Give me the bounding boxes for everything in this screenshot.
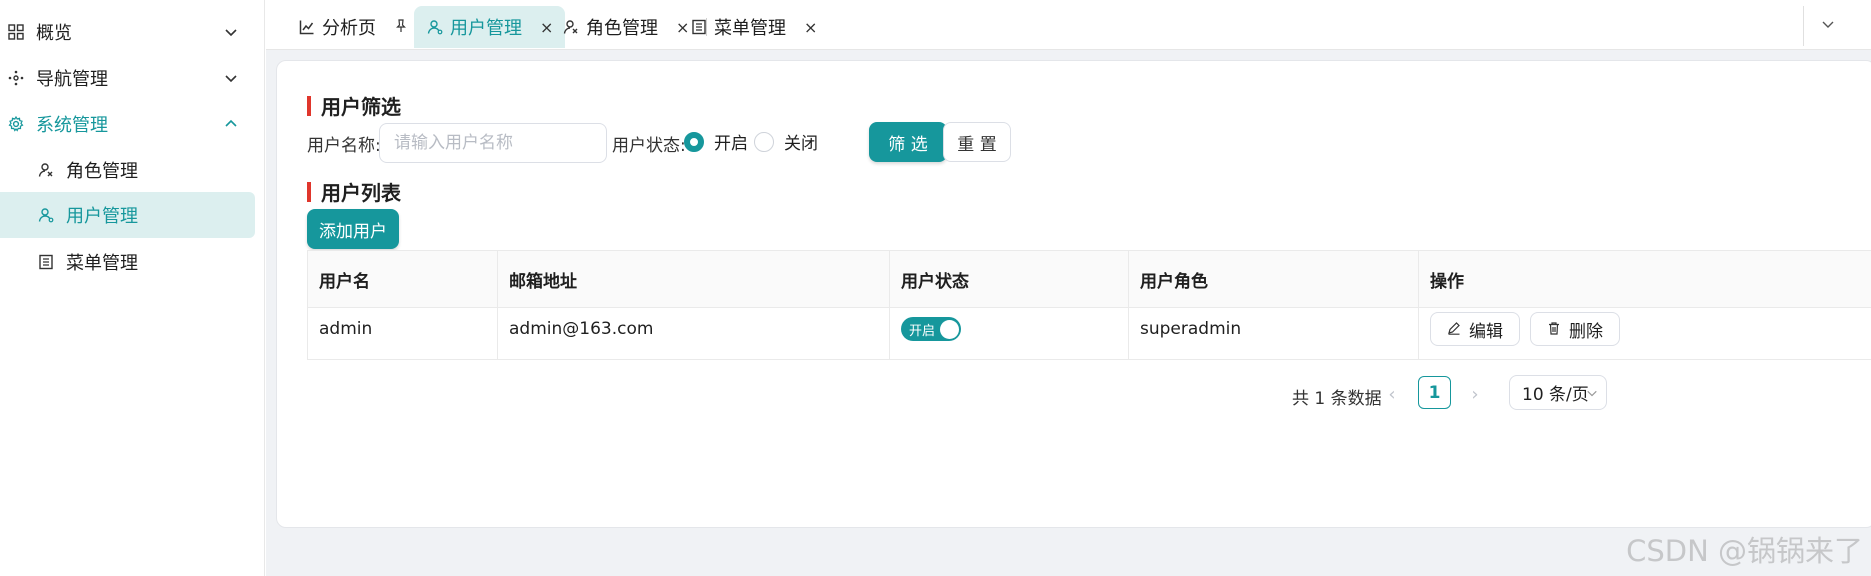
username-cell: admin (308, 299, 498, 359)
delete-label: 删除 (1569, 321, 1603, 342)
sidebar-item-label: 概览 (36, 23, 72, 44)
trash-icon (1547, 321, 1563, 337)
table-row: admin admin@163.com 开启 superadmin 编辑 删除 (307, 299, 1871, 360)
status-radio-on[interactable]: 开启 (684, 129, 748, 154)
filter-section-title: 用户筛选 (307, 91, 401, 120)
page-number-current[interactable]: 1 (1418, 376, 1451, 409)
main-content: 用户筛选 用户名称: 用户状态: 开启 关闭 筛 选 重 置 用户列表 添加用户… (266, 50, 1871, 576)
sidebar-item-label: 导航管理 (36, 69, 108, 90)
sidebar-item-label: 角色管理 (66, 161, 138, 182)
chevron-down-icon (221, 68, 241, 88)
user-icon (426, 18, 444, 36)
role-icon (36, 160, 56, 180)
toggle-label: 开启 (909, 323, 936, 339)
tab-dropdown-button[interactable] (1803, 6, 1851, 46)
toggle-knob (939, 319, 959, 339)
pin-icon[interactable] (394, 18, 408, 37)
sidebar-item-label: 用户管理 (66, 206, 138, 227)
chevron-down-icon (221, 22, 241, 42)
user-card: 用户筛选 用户名称: 用户状态: 开启 关闭 筛 选 重 置 用户列表 添加用户… (276, 60, 1871, 528)
tab-label: 菜单管理 (714, 18, 786, 39)
edit-label: 编辑 (1469, 321, 1503, 342)
sidebar-item-overview[interactable]: 概览 (0, 6, 255, 58)
role-cell: superadmin (1129, 299, 1419, 359)
tab-label: 角色管理 (586, 18, 658, 39)
chevron-down-icon (1821, 16, 1835, 36)
radio-label: 开启 (714, 134, 748, 154)
radio-dot (754, 131, 774, 152)
tab-label: 分析页 (322, 18, 376, 39)
close-icon[interactable]: × (804, 18, 817, 37)
status-filter-label: 用户状态: (612, 136, 686, 156)
edit-button[interactable]: 编辑 (1430, 312, 1520, 346)
pagination-total: 共 1 条数据 (1292, 389, 1382, 409)
tab-bar: 分析页 用户管理 × 角色管理 × 菜单管理 × (266, 0, 1871, 50)
add-user-button[interactable]: 添加用户 (307, 209, 399, 249)
username-input[interactable] (379, 123, 607, 163)
sidebar-item-menus[interactable]: 菜单管理 (0, 236, 255, 288)
tab-label: 用户管理 (450, 18, 522, 39)
sidebar: 概览 导航管理 系统管理 角色管理 用户管理 菜单管理 (0, 0, 265, 576)
status-cell: 开启 (890, 299, 1129, 359)
sidebar-item-navigation[interactable]: 导航管理 (0, 52, 255, 104)
chevron-up-icon (221, 114, 241, 134)
delete-button[interactable]: 删除 (1530, 312, 1620, 346)
user-table: 用户名 邮箱地址 用户状态 用户角色 操作 admin admin@163.co… (307, 250, 1871, 382)
sidebar-item-users[interactable]: 用户管理 (0, 192, 255, 238)
sidebar-item-system[interactable]: 系统管理 (0, 98, 255, 150)
tab-users[interactable]: 用户管理 × (414, 6, 566, 48)
username-filter-label: 用户名称: (307, 136, 381, 156)
navigation-icon (6, 68, 26, 88)
page-size-select[interactable]: 10 条/页 (1509, 375, 1607, 410)
edit-icon (1447, 321, 1463, 337)
next-page-button[interactable]: › (1463, 379, 1487, 409)
role-icon (562, 18, 580, 36)
email-cell: admin@163.com (498, 299, 890, 359)
actions-cell: 编辑 删除 (1419, 299, 1871, 359)
sidebar-item-label: 系统管理 (36, 115, 108, 136)
list-section-title: 用户列表 (307, 177, 401, 206)
tab-menus[interactable]: 菜单管理 × (678, 6, 829, 48)
status-radio-off[interactable]: 关闭 (754, 129, 818, 154)
prev-page-button[interactable]: ‹ (1380, 379, 1404, 409)
dashboard-icon (6, 22, 26, 42)
status-toggle[interactable]: 开启 (901, 317, 961, 341)
radio-label: 关闭 (784, 134, 818, 154)
page-size-value: 10 条/页 (1522, 385, 1589, 405)
gear-icon (6, 114, 26, 134)
menu-list-icon (690, 18, 708, 36)
user-icon (36, 205, 56, 225)
radio-dot (684, 131, 704, 152)
reset-button[interactable]: 重 置 (943, 122, 1011, 162)
tab-analysis[interactable]: 分析页 (286, 6, 420, 48)
chart-icon (298, 18, 316, 36)
sidebar-item-roles[interactable]: 角色管理 (0, 144, 255, 196)
watermark: CSDN @锅锅来了 (1626, 534, 1863, 568)
sidebar-item-label: 菜单管理 (66, 253, 138, 274)
chevron-down-icon (1586, 384, 1598, 404)
menu-list-icon (36, 252, 56, 272)
filter-button[interactable]: 筛 选 (869, 122, 947, 162)
